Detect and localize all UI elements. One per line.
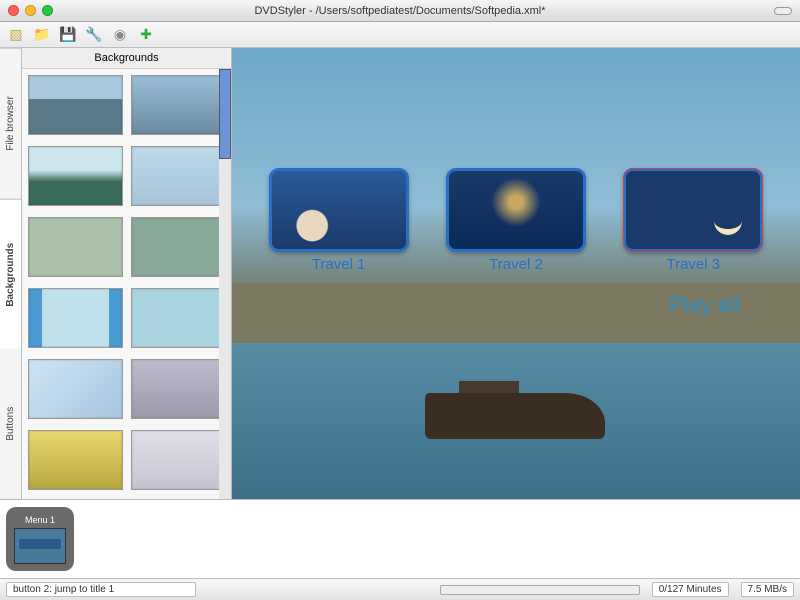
menu-button-2[interactable]: Travel 2 bbox=[446, 168, 586, 273]
play-all-button[interactable]: Play all bbox=[669, 292, 740, 318]
menu-button-thumb[interactable] bbox=[623, 168, 763, 252]
menu-button-thumb[interactable] bbox=[446, 168, 586, 252]
side-tabs: File browser Backgrounds Buttons bbox=[0, 48, 22, 499]
menu-button-label: Travel 2 bbox=[489, 256, 543, 273]
tab-backgrounds[interactable]: Backgrounds bbox=[0, 199, 21, 350]
background-thumb-0[interactable] bbox=[28, 75, 123, 135]
menu-button-label: Travel 3 bbox=[666, 256, 720, 273]
backgrounds-grid bbox=[22, 69, 231, 499]
menu-button-3[interactable]: Travel 3 bbox=[623, 168, 763, 273]
background-thumb-10[interactable] bbox=[28, 430, 123, 490]
timeline-strip[interactable]: Menu 1 bbox=[0, 500, 800, 578]
menu-button-row: Travel 1 Travel 2 Travel 3 bbox=[232, 168, 800, 273]
menu-preview-canvas[interactable]: Travel 1 Travel 2 Travel 3 Play all bbox=[232, 48, 800, 499]
open-folder-icon[interactable]: 📁 bbox=[32, 25, 52, 45]
burn-disc-icon[interactable]: ◉ bbox=[110, 25, 130, 45]
bitrate-text: 7.5 MB/s bbox=[741, 582, 794, 597]
window-title: DVDStyler - /Users/softpediatest/Documen… bbox=[0, 5, 800, 17]
tab-file-browser[interactable]: File browser bbox=[0, 48, 21, 199]
background-thumb-5[interactable] bbox=[131, 217, 226, 277]
timeline-chip-label: Menu 1 bbox=[25, 515, 55, 525]
timeline-chip-thumb bbox=[14, 528, 66, 564]
background-thumb-11[interactable] bbox=[131, 430, 226, 490]
add-icon[interactable]: ✚ bbox=[136, 25, 156, 45]
background-thumb-3[interactable] bbox=[131, 146, 226, 206]
bg-ship bbox=[425, 393, 605, 439]
status-message: button 2: jump to title 1 bbox=[6, 582, 196, 597]
capacity-text: 0/127 Minutes bbox=[652, 582, 729, 597]
scrollbar-thumb[interactable] bbox=[219, 69, 231, 159]
tab-buttons[interactable]: Buttons bbox=[0, 349, 21, 499]
titlebar: DVDStyler - /Users/softpediatest/Documen… bbox=[0, 0, 800, 22]
background-thumb-4[interactable] bbox=[28, 217, 123, 277]
menu-button-label: Travel 1 bbox=[312, 256, 366, 273]
settings-icon[interactable]: 🔧 bbox=[84, 25, 104, 45]
background-thumb-2[interactable] bbox=[28, 146, 123, 206]
menu-button-thumb[interactable] bbox=[269, 168, 409, 252]
background-thumb-1[interactable] bbox=[131, 75, 226, 135]
backgrounds-header: Backgrounds bbox=[22, 48, 231, 69]
background-thumb-7[interactable] bbox=[131, 288, 226, 348]
background-thumb-9[interactable] bbox=[131, 359, 226, 419]
timeline-menu-chip[interactable]: Menu 1 bbox=[6, 507, 74, 571]
new-file-icon[interactable]: ▧ bbox=[6, 25, 26, 45]
toolbar: ▧ 📁 💾 🔧 ◉ ✚ bbox=[0, 22, 800, 48]
save-icon[interactable]: 💾 bbox=[58, 25, 78, 45]
menu-button-1[interactable]: Travel 1 bbox=[269, 168, 409, 273]
status-bar: button 2: jump to title 1 0/127 Minutes … bbox=[0, 578, 800, 600]
backgrounds-panel: Backgrounds bbox=[22, 48, 232, 499]
toolbar-toggle-icon[interactable] bbox=[774, 7, 792, 15]
capacity-progress-bar bbox=[440, 585, 640, 595]
background-thumb-6[interactable] bbox=[28, 288, 123, 348]
background-thumb-8[interactable] bbox=[28, 359, 123, 419]
